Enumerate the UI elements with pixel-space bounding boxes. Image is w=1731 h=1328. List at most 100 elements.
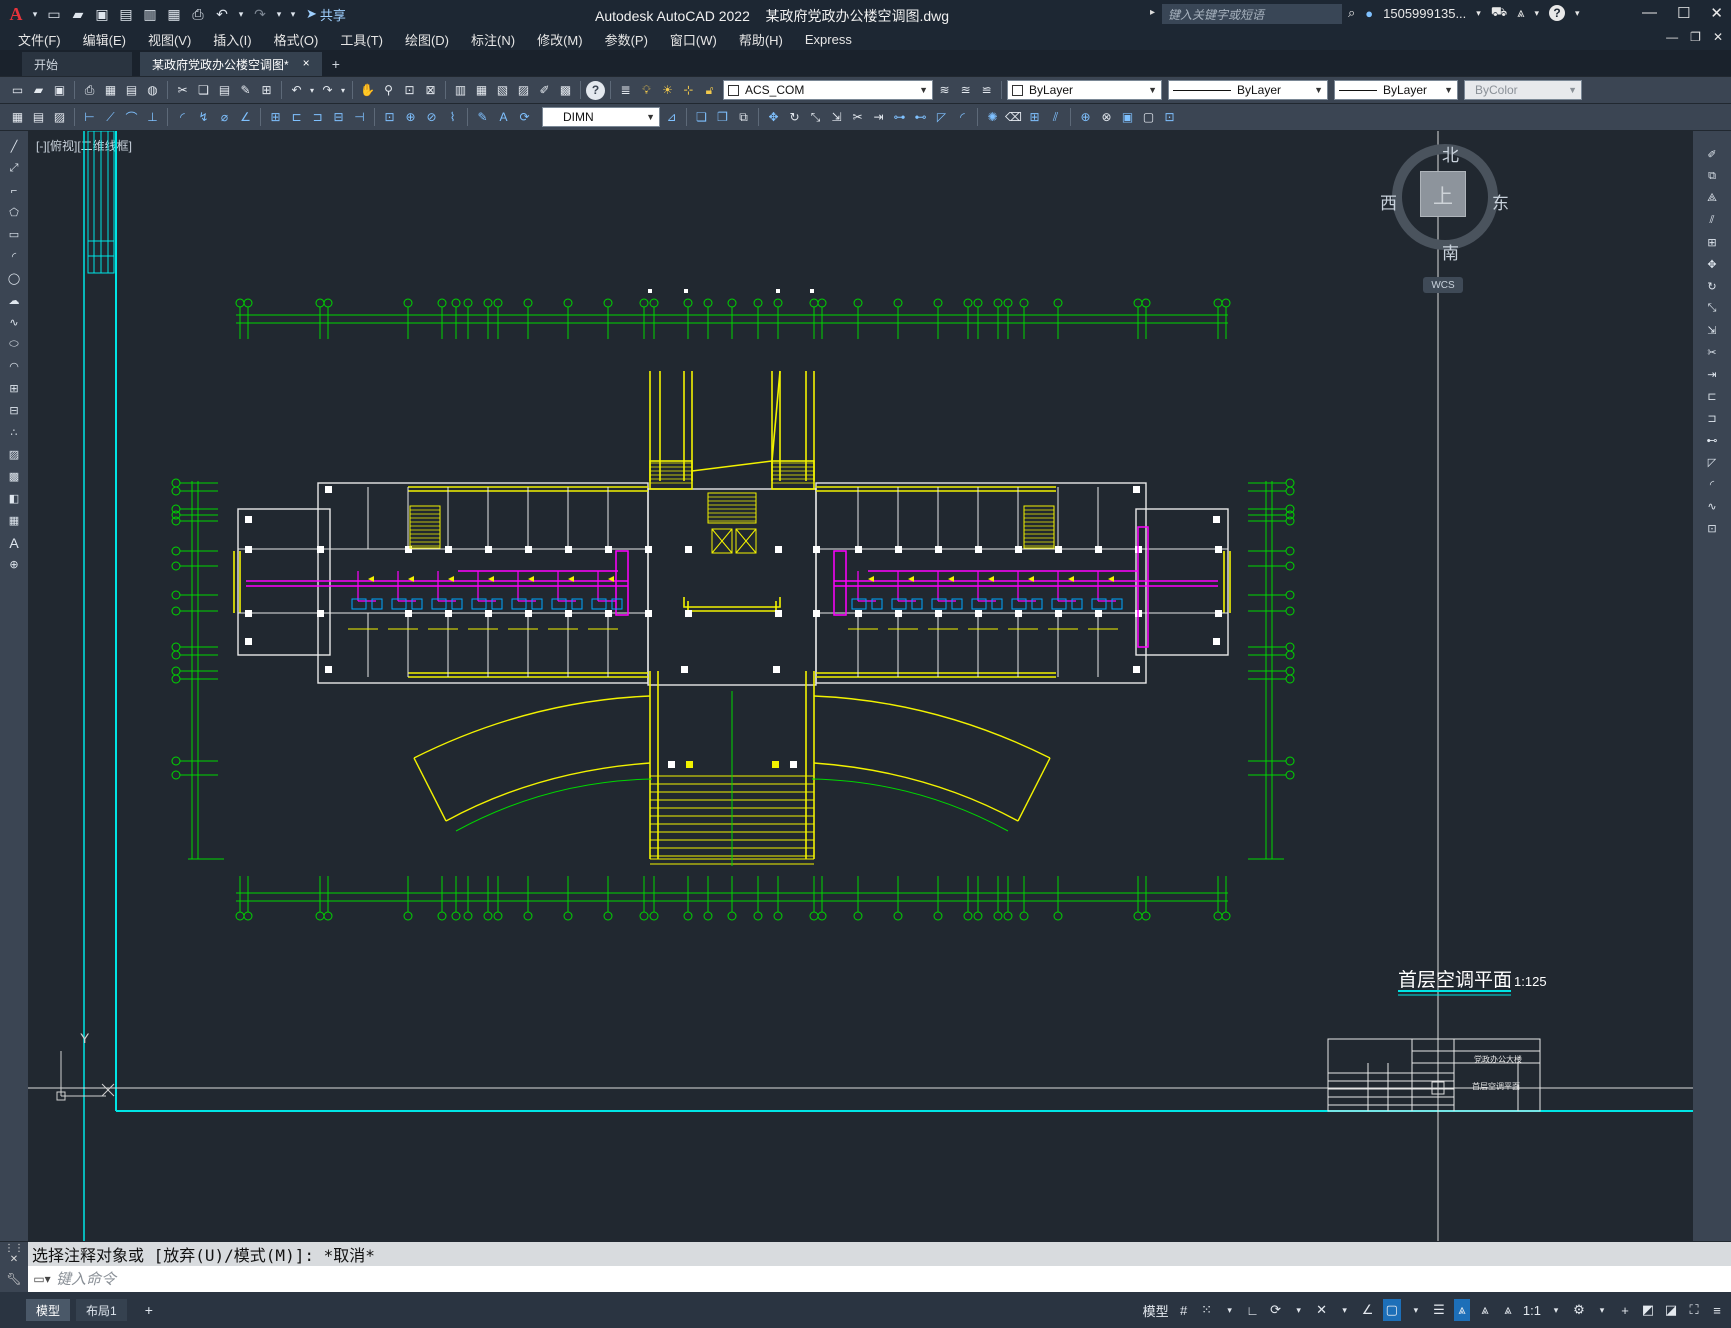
command-grip[interactable]: ⋮⋮ ✕ — [0, 1242, 28, 1266]
viewcube[interactable]: 北 南 东 西 上 WCS — [1380, 135, 1520, 310]
clean-screen-icon[interactable]: ⛶ — [1686, 1299, 1702, 1321]
plus-icon[interactable]: + — [1617, 1299, 1633, 1321]
multiline-text-icon[interactable]: ▤ — [29, 108, 48, 127]
pan-icon[interactable]: ✋ — [358, 81, 377, 100]
menu-item[interactable]: 窗口(W) — [670, 30, 717, 49]
hatch-icon[interactable]: ▨ — [50, 108, 69, 127]
fillet-icon[interactable]: ◜ — [1703, 475, 1721, 494]
tolerance-icon[interactable]: ⊡ — [380, 108, 399, 127]
menu-item[interactable]: 工具(T) — [340, 30, 383, 49]
menu-item[interactable]: 修改(M) — [537, 30, 583, 49]
add-selected-icon[interactable]: ⊕ — [5, 555, 23, 574]
move-icon[interactable]: ✥ — [764, 108, 783, 127]
customization-icon[interactable]: ≡ — [1709, 1299, 1725, 1321]
isolate-objects-icon[interactable]: ◩ — [1640, 1299, 1656, 1321]
angular-dimension-icon[interactable]: ∠ — [236, 108, 255, 127]
search-input[interactable]: 键入关键字或短语 — [1162, 4, 1342, 24]
arc-length-icon[interactable]: ⌒ — [122, 108, 141, 127]
circle-icon[interactable]: ◯ — [5, 269, 23, 288]
construction-line-icon[interactable]: ⤢ — [5, 159, 23, 178]
dimension-break-icon[interactable]: ⊣ — [350, 108, 369, 127]
menu-item[interactable]: Express — [805, 32, 852, 47]
print-icon[interactable]: ⎙ — [188, 4, 208, 24]
tool-palettes-icon[interactable]: ▧ — [493, 81, 512, 100]
point-icon[interactable]: ∴ — [5, 423, 23, 442]
rotate-icon[interactable]: ↻ — [785, 108, 804, 127]
offset-icon[interactable]: ⫽ — [1703, 211, 1721, 230]
plotstyle-dropdown[interactable]: ByColor ▼ — [1464, 80, 1582, 100]
isometric-icon[interactable]: ✕ — [1314, 1299, 1330, 1321]
dimension-update-icon[interactable]: ⟳ — [515, 108, 534, 127]
annotation-scale-icon[interactable]: ⩓ — [1500, 1299, 1516, 1321]
linetype-dropdown[interactable]: ByLayer ▼ — [1168, 80, 1328, 100]
publish-icon[interactable]: ▤ — [122, 81, 141, 100]
extend-icon[interactable]: ⇥ — [1703, 365, 1721, 384]
hardware-acceleration-icon[interactable]: ◪ — [1663, 1299, 1679, 1321]
open-folder-icon[interactable]: ▰ — [68, 4, 88, 24]
customize-qat-icon[interactable]: ▾ — [288, 4, 298, 24]
menu-item[interactable]: 视图(V) — [148, 30, 191, 49]
center-mark-icon[interactable]: ⊕ — [401, 108, 420, 127]
underlay-icon[interactable]: ▢ — [1139, 108, 1158, 127]
doc-close-icon[interactable]: ✕ — [1713, 30, 1723, 44]
help-icon[interactable]: ? — [586, 80, 605, 100]
erase-icon[interactable]: ⌫ — [1004, 108, 1023, 127]
freeze-viewport-icon[interactable]: ⊹ — [679, 81, 698, 100]
attach-icon[interactable]: ⊡ — [1160, 108, 1179, 127]
polyline-icon[interactable]: ⌐ — [5, 181, 23, 200]
wcs-menu[interactable]: WCS — [1423, 277, 1463, 293]
dropdown-icon[interactable]: ▾ — [339, 81, 347, 100]
layer-previous-icon[interactable]: ≊ — [956, 81, 975, 100]
viewcube-top-face[interactable]: 上 — [1420, 171, 1466, 217]
chamfer-icon[interactable]: ◸ — [1703, 453, 1721, 472]
break-at-point-icon[interactable]: ⊏ — [1703, 387, 1721, 406]
aligned-dimension-icon[interactable]: ⟋ — [101, 108, 120, 127]
inspection-icon[interactable]: ⊘ — [422, 108, 441, 127]
copy-object-icon[interactable]: ❏ — [692, 108, 711, 127]
baseline-dimension-icon[interactable]: ⊏ — [287, 108, 306, 127]
calculator-icon[interactable]: ▩ — [556, 81, 575, 100]
xref-icon[interactable]: ⊗ — [1097, 108, 1116, 127]
cut-icon[interactable]: ✂ — [173, 81, 192, 100]
chevron-down-icon[interactable]: ▾ — [1337, 1299, 1353, 1321]
new-icon[interactable]: ▭ — [8, 81, 27, 100]
user-account[interactable]: 1505999135... — [1383, 6, 1466, 21]
grid-icon[interactable]: # — [1176, 1299, 1192, 1321]
object-snap-tracking-icon[interactable]: ∠ — [1360, 1299, 1376, 1321]
explode-icon[interactable]: ⊡ — [1703, 519, 1721, 538]
scale-icon[interactable]: ⤡ — [1703, 299, 1721, 318]
menu-item[interactable]: 文件(F) — [18, 30, 61, 49]
copy-clip-icon[interactable]: ❐ — [713, 108, 732, 127]
insert-block-icon[interactable]: ⊕ — [1076, 108, 1095, 127]
array-icon[interactable]: ⊞ — [1025, 108, 1044, 127]
open-icon[interactable]: ▰ — [29, 81, 48, 100]
trim-icon[interactable]: ✂ — [1703, 343, 1721, 362]
ellipse-icon[interactable]: ⬭ — [5, 335, 23, 354]
viewcube-north[interactable]: 北 — [1442, 141, 1459, 166]
fillet-icon[interactable]: ◜ — [953, 108, 972, 127]
ortho-icon[interactable]: ∟ — [1245, 1299, 1261, 1321]
menu-item[interactable]: 帮助(H) — [739, 30, 783, 49]
redo-dropdown-icon[interactable]: ▾ — [274, 4, 284, 24]
chevron-down-icon[interactable]: ▾ — [1548, 1299, 1564, 1321]
menu-item[interactable]: 标注(N) — [471, 30, 515, 49]
viewcube-south[interactable]: 南 — [1442, 239, 1459, 264]
menu-item[interactable]: 绘图(D) — [405, 30, 449, 49]
array-icon[interactable]: ⊞ — [1703, 233, 1721, 252]
search-icon[interactable]: ⌕ — [1348, 5, 1355, 21]
save-icon[interactable]: ▣ — [50, 81, 69, 100]
table-icon[interactable]: ▦ — [8, 108, 27, 127]
stretch-icon[interactable]: ⇲ — [827, 108, 846, 127]
tab-layout1[interactable]: 布局1 — [76, 1299, 127, 1321]
copy-icon[interactable]: ⧉ — [1703, 167, 1721, 186]
chevron-down-icon[interactable]: ▾ — [30, 4, 40, 24]
offset-icon[interactable]: ⫽ — [1046, 108, 1065, 127]
dimstyle-dropdown[interactable]: DIMN ▼ — [542, 107, 660, 127]
insert-block-icon[interactable]: ⊞ — [5, 379, 23, 398]
dimension-space-icon[interactable]: ⊟ — [329, 108, 348, 127]
annotation-visibility-icon[interactable]: ⩓ — [1453, 1299, 1470, 1321]
lineweight-icon[interactable]: ☰ — [1431, 1299, 1447, 1321]
arc-icon[interactable]: ◜ — [5, 247, 23, 266]
table-icon[interactable]: ▦ — [5, 511, 23, 530]
break-icon[interactable]: ⊶ — [890, 108, 909, 127]
